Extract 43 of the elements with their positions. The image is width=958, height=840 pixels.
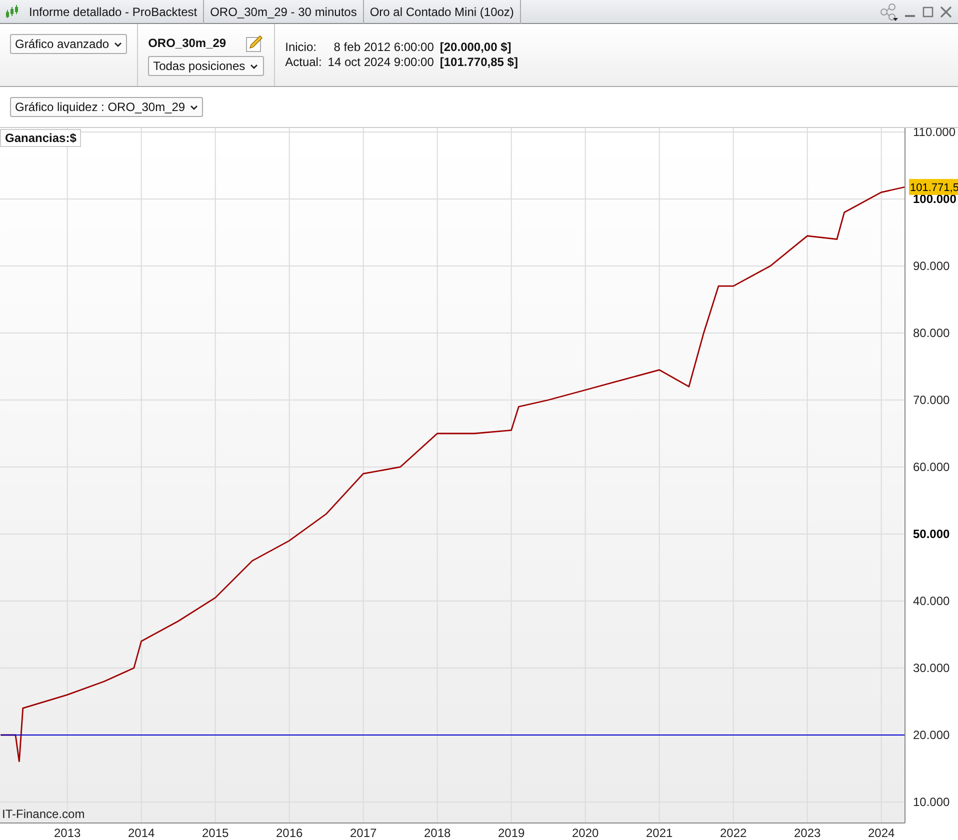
- start-label: Inicio:: [285, 40, 318, 54]
- positions-dropdown[interactable]: Todas posiciones: [148, 56, 264, 76]
- y-axis-label: 100.000: [913, 192, 956, 206]
- caret-icon: [250, 64, 258, 68]
- x-axis-label: 2015: [202, 826, 229, 840]
- x-axis-label: 2024: [868, 826, 895, 840]
- caret-icon: [190, 104, 198, 110]
- x-axis-label: 2018: [424, 826, 451, 840]
- x-axis-label: 2017: [350, 826, 377, 840]
- x-axis-label: 2013: [54, 826, 81, 840]
- y-axis-label: 110.000: [913, 128, 956, 140]
- y-axis-label: 80.000: [913, 326, 950, 340]
- y-axis-label: 40.000: [913, 594, 950, 608]
- current-date: 14 oct 2024 9:00:00: [328, 55, 434, 69]
- caret-icon: [114, 42, 122, 46]
- y-axis-label: 10.000: [913, 795, 950, 810]
- credit-text: IT-Finance.com: [2, 807, 85, 821]
- share-icon[interactable]: [880, 2, 898, 20]
- y-axis-label: 50.000: [913, 527, 950, 542]
- y-axis-label: 90.000: [913, 259, 950, 274]
- x-axis-label: 2020: [572, 826, 599, 840]
- x-axis-label: 2016: [276, 826, 303, 840]
- chart-mode-dropdown[interactable]: Gráfico avanzado: [10, 34, 128, 54]
- candlestick-icon: [5, 4, 19, 18]
- system-name: ORO_30m_29: [148, 36, 226, 50]
- current-value: [101.770,85 $]: [440, 55, 518, 69]
- y-axis-label: 30.000: [913, 661, 950, 676]
- pencil-icon[interactable]: [246, 34, 264, 52]
- start-value: [20.000,00 $]: [440, 40, 512, 54]
- chart-legend: Ganancias:$: [0, 129, 82, 147]
- x-axis-label: 2019: [498, 826, 525, 840]
- maximize-icon[interactable]: [922, 6, 934, 18]
- x-axis-label: 2023: [794, 826, 821, 840]
- x-axis-label: 2014: [128, 826, 155, 840]
- start-date: 8 feb 2012 6:00:00: [332, 40, 434, 54]
- y-axis-label: 20.000: [913, 728, 950, 742]
- y-axis-label: 60.000: [913, 460, 950, 474]
- current-label: Actual:: [285, 55, 322, 69]
- x-axis-label: 2022: [720, 826, 747, 840]
- chart-selector-dropdown[interactable]: Gráfico liquidez : ORO_30m_29: [10, 97, 204, 117]
- close-icon[interactable]: [940, 6, 952, 18]
- y-axis-label: 70.000: [913, 393, 950, 408]
- x-axis-label: 2021: [646, 826, 673, 840]
